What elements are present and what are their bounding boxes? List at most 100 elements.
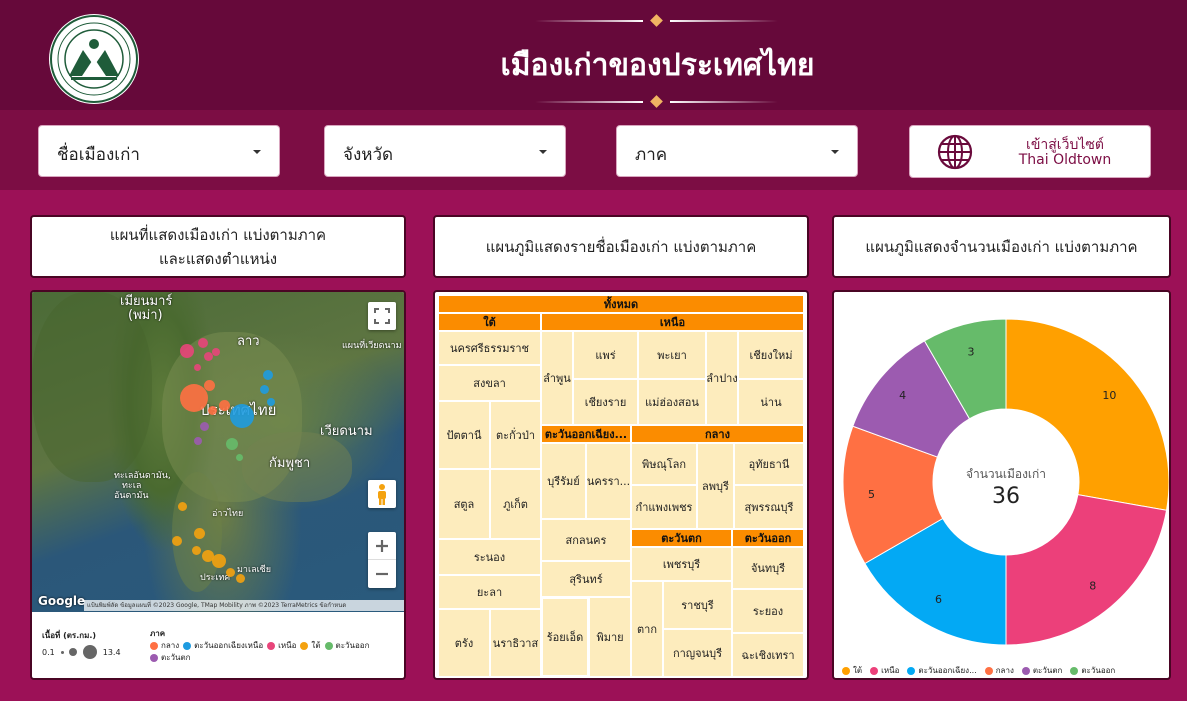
map-bubble[interactable] [267, 398, 275, 406]
map-bubble[interactable] [260, 385, 269, 394]
treemap-header-north[interactable]: เหนือ [541, 313, 804, 331]
legend-swatch [183, 641, 192, 650]
treemap-cell[interactable]: เพชรบุรี [631, 547, 732, 581]
treemap-cell[interactable]: ตาก [631, 581, 663, 677]
legend-label: ตะวันตก [161, 653, 191, 662]
treemap-cell[interactable]: ตะกั่วป่า [490, 401, 541, 469]
treemap-root-header[interactable]: ทั้งหมด [438, 295, 804, 313]
treemap-cell[interactable]: พิมาย [589, 597, 631, 677]
legend-swatch [150, 653, 158, 662]
treemap-cell[interactable]: ฉะเชิงเทรา [732, 633, 804, 677]
map-panel: เมียนมาร์ (พม่า) ลาว แผนที่เวียดนาม ประเ… [30, 290, 406, 680]
dropdown-label: ชื่อเมืองเก่า [57, 145, 140, 165]
old-town-name-dropdown[interactable]: ชื่อเมืองเก่า [38, 125, 280, 177]
legend-swatch [267, 641, 276, 650]
treemap-cell[interactable]: นราธิวาส [490, 609, 541, 677]
treemap-header-northeast[interactable]: ตะวันออกเฉียง... [541, 425, 631, 443]
map-bubble[interactable] [194, 437, 202, 445]
map-bubble[interactable] [178, 502, 187, 511]
treemap-cell[interactable]: พะเยา [638, 331, 706, 379]
map-attribution[interactable]: แป้นพิมพ์ลัด ข้อมูลแผนที่ ©2023 Google, … [84, 600, 404, 611]
map-bubble[interactable] [194, 364, 201, 371]
zoom-out-button[interactable] [368, 560, 396, 588]
treemap-cell[interactable]: สุพรรณบุรี [734, 485, 804, 529]
treemap-title: แผนภูมิแสดงรายชื่อเมืองเก่า แบ่งตามภาค [485, 237, 757, 256]
donut-hole [933, 409, 1079, 555]
map-bubble[interactable] [236, 454, 243, 461]
treemap-cell[interactable]: ยะลา [438, 575, 541, 609]
treemap-cell[interactable]: เชียงราย [573, 379, 638, 425]
visit-website-button[interactable]: เข้าสู่เว็บไซต์ Thai Oldtown [909, 125, 1151, 178]
treemap-cell[interactable]: กำแพงเพชร [631, 485, 697, 529]
treemap-cell[interactable]: สุรินทร์ [541, 561, 631, 597]
treemap-cell[interactable]: บุรีรัมย์ [541, 443, 586, 519]
region-dropdown[interactable]: ภาค [616, 125, 858, 177]
legend-swatch [324, 641, 333, 650]
google-logo: Google [38, 594, 86, 608]
treemap-cell[interactable]: ตรัง [438, 609, 490, 677]
zoom-in-button[interactable] [368, 532, 396, 560]
donut-slice-label: 10 [1102, 389, 1116, 402]
legend-swatch [984, 666, 993, 675]
map-view[interactable]: เมียนมาร์ (พม่า) ลาว แผนที่เวียดนาม ประเ… [32, 292, 404, 612]
region-legend-row2: ตะวันตก [146, 651, 191, 664]
department-logo [49, 14, 139, 104]
map-bubble[interactable] [219, 400, 230, 411]
treemap-header-south[interactable]: ใต้ [438, 313, 541, 331]
donut-panel: จำนวนเมืองเก่า 36 10 8 6 5 4 3 ใต้ เหนือ ตะวันอ… [832, 290, 1171, 680]
treemap-cell[interactable]: สกลนคร [541, 519, 631, 561]
map-title-line1: แผนที่แสดงเมืองเก่า แบ่งตามภาค [109, 225, 327, 244]
map-bubble[interactable] [263, 370, 273, 380]
map-bubble[interactable] [204, 380, 215, 391]
legend-swatch [1021, 666, 1030, 675]
treemap-cell[interactable]: กาญจนบุรี [663, 629, 732, 677]
treemap-cell[interactable]: นครศรีธรรมราช [438, 331, 541, 365]
treemap-cell[interactable]: นครรา... [586, 443, 631, 519]
map-bubble[interactable] [180, 344, 194, 358]
map-bubble[interactable] [226, 568, 235, 577]
dropdown-label: จังหวัด [343, 145, 394, 165]
page-title: เมืองเก่าของประเทศไทย [500, 48, 815, 83]
map-bubble[interactable] [236, 574, 245, 583]
map-bubble[interactable] [192, 546, 201, 555]
treemap-header-west[interactable]: ตะวันตก [631, 529, 732, 547]
treemap-cell[interactable]: ปัตตานี [438, 401, 490, 469]
map-bubble[interactable] [212, 554, 226, 568]
treemap-cell[interactable]: ลำปาง [706, 331, 738, 425]
street-view-button[interactable] [368, 480, 396, 508]
chevron-down-icon [831, 150, 839, 154]
treemap-cell[interactable]: เชียงใหม่ [738, 331, 804, 379]
donut-slice-label: 8 [1089, 579, 1096, 592]
treemap-cell[interactable]: อุทัยธานี [734, 443, 804, 485]
treemap-cell[interactable]: ระยอง [732, 589, 804, 633]
treemap-cell[interactable]: พิษณุโลก [631, 443, 697, 485]
treemap-cell[interactable]: ราชบุรี [663, 581, 732, 629]
treemap-cell[interactable]: ร้อยเอ็ด [541, 597, 589, 677]
map-bubble[interactable] [230, 404, 254, 428]
treemap-header-east[interactable]: ตะวันออก [732, 529, 804, 547]
treemap-cell[interactable]: แพร่ [573, 331, 638, 379]
map-bubble[interactable] [208, 406, 217, 415]
legend-swatch [1070, 666, 1079, 675]
treemap-cell[interactable]: ลำพูน [541, 331, 573, 425]
treemap-cell[interactable]: น่าน [738, 379, 804, 425]
treemap-cell[interactable]: แม่ฮ่องสอน [638, 379, 706, 425]
map-bubble[interactable] [172, 536, 182, 546]
fullscreen-button[interactable] [368, 302, 396, 330]
treemap-cell[interactable]: สตูล [438, 469, 490, 539]
treemap-cell[interactable]: ลพบุรี [697, 443, 734, 529]
map-bubble[interactable] [194, 528, 205, 539]
map-bubble[interactable] [200, 422, 209, 431]
donut-chart: จำนวนเมืองเก่า 36 10 8 6 5 4 3 [842, 318, 1169, 646]
treemap-cell[interactable]: ภูเก็ต [490, 469, 541, 539]
treemap-cell[interactable]: ระนอง [438, 539, 541, 575]
map-bubble[interactable] [226, 438, 238, 450]
donut-center-label: จำนวนเมืองเก่า [966, 467, 1046, 481]
map-bubble[interactable] [212, 348, 220, 356]
treemap-cell[interactable]: จันทบุรี [732, 547, 804, 589]
map-bubble[interactable] [198, 338, 208, 348]
province-dropdown[interactable]: จังหวัด [324, 125, 566, 177]
treemap-cell[interactable]: สงขลา [438, 365, 541, 401]
treemap-header-central[interactable]: กลาง [631, 425, 804, 443]
donut-slice-label: 3 [968, 346, 975, 359]
